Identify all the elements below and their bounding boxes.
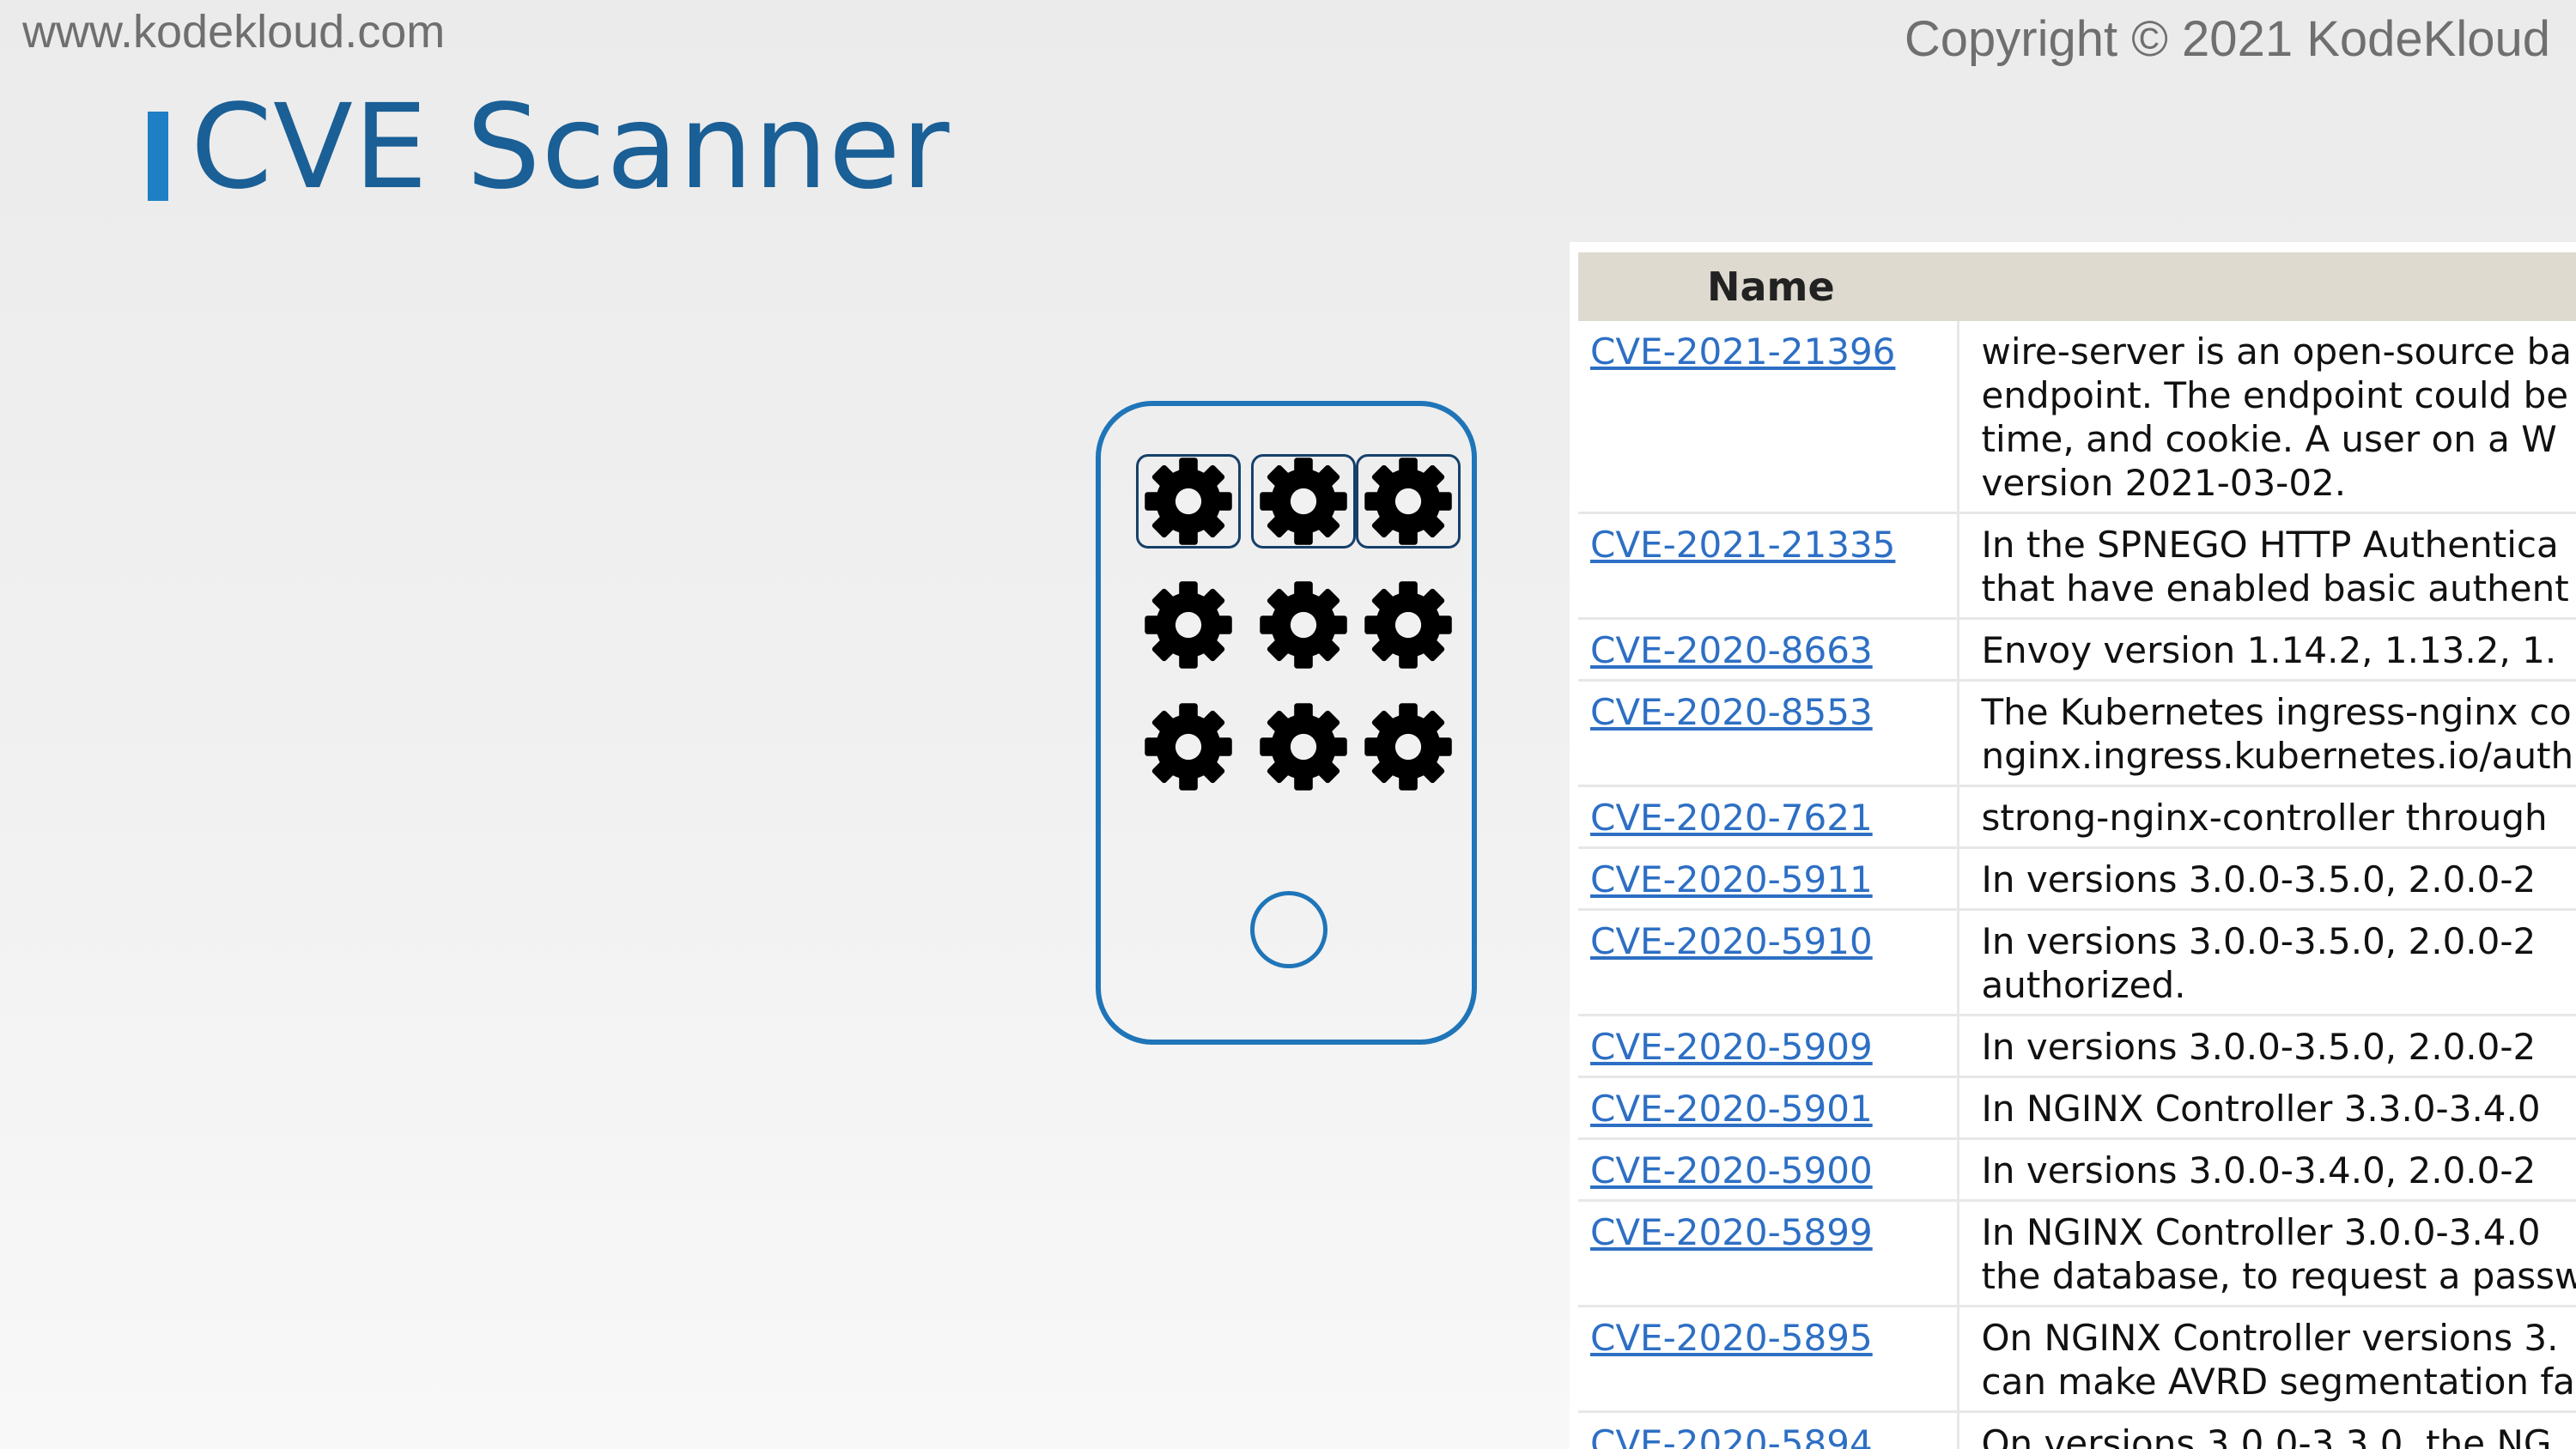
site-url: www.kodekloud.com <box>22 6 446 58</box>
table-row: CVE-2020-5895 On NGINX Controller version… <box>1578 1306 2576 1413</box>
cve-id-cell: CVE-2020-5900 <box>1578 1138 1958 1202</box>
cve-description-cell: In NGINX Controller 3.0.0-3.4.0 the datab… <box>1956 1200 2576 1307</box>
cve-description-cell: In NGINX Controller 3.3.0-3.4.0 <box>1956 1076 2576 1140</box>
cve-id-cell: CVE-2020-5899 <box>1578 1200 1958 1307</box>
cve-id-cell: CVE-2020-5911 <box>1578 847 1958 911</box>
cve-description-cell: In versions 3.0.0-3.4.0, 2.0.0-2 <box>1956 1138 2576 1202</box>
cve-link[interactable]: CVE-2020-5899 <box>1590 1211 1873 1253</box>
cve-id-cell: CVE-2020-5894 <box>1578 1411 1958 1449</box>
copyright-notice: Copyright © 2021 KodeKloud <box>1904 11 2550 67</box>
cve-id-cell: CVE-2020-8553 <box>1578 680 1958 787</box>
table-row: CVE-2021-21396 wire-server is an open-sou… <box>1578 321 2576 514</box>
cve-description-cell: wire-server is an open-source ba endpoint… <box>1956 321 2576 514</box>
cve-link[interactable]: CVE-2020-5911 <box>1590 858 1873 900</box>
table-row: CVE-2020-5901 In NGINX Controller 3.3.0-3… <box>1578 1076 2576 1140</box>
cve-description-line: The Kubernetes ingress-nginx co <box>1981 691 2572 733</box>
gear-icon <box>1356 454 1461 549</box>
cve-description-cell: On versions 3.0.0-3.3.0, the NG <box>1956 1411 2576 1449</box>
cve-description-line: wire-server is an open-source ba <box>1981 330 2572 373</box>
cve-description-line: In versions 3.0.0-3.5.0, 2.0.0-2 <box>1981 858 2537 900</box>
cve-id-cell: CVE-2020-8663 <box>1578 618 1958 682</box>
cve-link[interactable]: CVE-2020-5909 <box>1590 1026 1873 1068</box>
cve-description-line: In NGINX Controller 3.3.0-3.4.0 <box>1981 1088 2541 1130</box>
gear-icon <box>1356 700 1461 794</box>
cve-description-cell: Envoy version 1.14.2, 1.13.2, 1. <box>1956 618 2576 682</box>
gear-icon <box>1136 700 1241 794</box>
cve-description-line: On versions 3.0.0-3.3.0, the NG <box>1981 1422 2552 1449</box>
cve-description-line: version 2021-03-02. <box>1981 462 2347 504</box>
gear-icon <box>1136 578 1241 672</box>
gear-icon <box>1251 700 1356 794</box>
table-row: CVE-2021-21335 In the SPNEGO HTTP Authent… <box>1578 512 2576 620</box>
cve-description-line: time, and cookie. A user on a W <box>1981 418 2557 460</box>
cve-description-line: Envoy version 1.14.2, 1.13.2, 1. <box>1981 629 2557 671</box>
column-header-name: Name <box>1578 252 2576 321</box>
cve-id-cell: CVE-2020-7621 <box>1578 785 1958 849</box>
cve-link[interactable]: CVE-2020-8663 <box>1590 629 1873 671</box>
table-row: CVE-2020-5899 In NGINX Controller 3.0.0-3… <box>1578 1200 2576 1307</box>
cve-link[interactable]: CVE-2020-8553 <box>1590 691 1873 733</box>
cve-link[interactable]: CVE-2020-5894 <box>1590 1422 1873 1449</box>
cve-description-cell: In versions 3.0.0-3.5.0, 2.0.0-2 <box>1956 847 2576 911</box>
cve-id-cell: CVE-2020-5909 <box>1578 1015 1958 1078</box>
cve-description-line: nginx.ingress.kubernetes.io/auth <box>1981 735 2574 777</box>
cve-id-cell: CVE-2020-5901 <box>1578 1076 1958 1140</box>
table-row: CVE-2020-5909 In versions 3.0.0-3.5.0, 2.… <box>1578 1015 2576 1078</box>
cve-link[interactable]: CVE-2020-5895 <box>1590 1317 1873 1359</box>
cve-description-cell: In versions 3.0.0-3.5.0, 2.0.0-2 <box>1956 1015 2576 1078</box>
table-row: CVE-2020-8553 The Kubernetes ingress-ngin… <box>1578 680 2576 787</box>
cve-description-line: In NGINX Controller 3.0.0-3.4.0 <box>1981 1211 2541 1253</box>
cve-description-cell: On NGINX Controller versions 3. can make … <box>1956 1306 2576 1413</box>
cve-link[interactable]: CVE-2020-5901 <box>1590 1088 1873 1130</box>
phone-device <box>1096 401 1477 1045</box>
page-title: CVE Scanner <box>191 80 951 215</box>
cve-id-cell: CVE-2020-5895 <box>1578 1306 1958 1413</box>
cve-list-panel: Name CVE-2021-21396 wire-server is an ope… <box>1570 242 2576 1449</box>
cve-description-cell: The Kubernetes ingress-nginx co nginx.ing… <box>1956 680 2576 787</box>
cve-description-line: In the SPNEGO HTTP Authentica <box>1981 524 2559 566</box>
table-row: CVE-2020-5900 In versions 3.0.0-3.4.0, 2.… <box>1578 1138 2576 1202</box>
cve-description-line: can make AVRD segmentation fa <box>1981 1361 2575 1403</box>
cve-description-line: On NGINX Controller versions 3. <box>1981 1317 2559 1359</box>
title-accent-bar <box>148 112 168 201</box>
gear-icon <box>1251 578 1356 672</box>
cve-description-line: In versions 3.0.0-3.5.0, 2.0.0-2 <box>1981 920 2537 962</box>
cve-link[interactable]: CVE-2020-7621 <box>1590 797 1873 839</box>
table-row: CVE-2020-5910 In versions 3.0.0-3.5.0, 2.… <box>1578 909 2576 1016</box>
cve-description-line: In versions 3.0.0-3.4.0, 2.0.0-2 <box>1981 1149 2537 1191</box>
cve-description-line: that have enabled basic authent <box>1981 567 2569 609</box>
cve-description-cell: In the SPNEGO HTTP Authentica that have e… <box>1956 512 2576 620</box>
table-row: CVE-2020-5911 In versions 3.0.0-3.5.0, 2.… <box>1578 847 2576 911</box>
cve-description-cell: strong-nginx-controller through <box>1956 785 2576 849</box>
table-row: CVE-2020-5894 On versions 3.0.0-3.3.0, th… <box>1578 1411 2576 1449</box>
gear-icon <box>1136 454 1241 549</box>
cve-description-line: the database, to request a passw <box>1981 1255 2576 1297</box>
cve-description-line: endpoint. The endpoint could be <box>1981 374 2569 416</box>
home-button <box>1250 891 1327 968</box>
cve-description-line: authorized. <box>1981 964 2186 1006</box>
table-row: CVE-2020-7621 strong-nginx-controller thr… <box>1578 785 2576 849</box>
cve-link[interactable]: CVE-2021-21396 <box>1590 330 1895 373</box>
gear-icon <box>1356 578 1461 672</box>
cve-link[interactable]: CVE-2021-21335 <box>1590 524 1895 566</box>
cve-link[interactable]: CVE-2020-5910 <box>1590 920 1873 962</box>
gear-icon <box>1251 454 1356 549</box>
cve-link[interactable]: CVE-2020-5900 <box>1590 1149 1873 1191</box>
cve-table: Name CVE-2021-21396 wire-server is an ope… <box>1578 252 2576 1449</box>
cve-id-cell: CVE-2021-21396 <box>1578 321 1958 514</box>
table-row: CVE-2020-8663 Envoy version 1.14.2, 1.13.… <box>1578 618 2576 682</box>
cve-id-cell: CVE-2020-5910 <box>1578 909 1958 1016</box>
cve-id-cell: CVE-2021-21335 <box>1578 512 1958 620</box>
cve-description-line: strong-nginx-controller through <box>1981 797 2548 839</box>
table-header-row: Name <box>1578 252 2576 321</box>
cve-description-cell: In versions 3.0.0-3.5.0, 2.0.0-2 authoriz… <box>1956 909 2576 1016</box>
cve-description-line: In versions 3.0.0-3.5.0, 2.0.0-2 <box>1981 1026 2537 1068</box>
